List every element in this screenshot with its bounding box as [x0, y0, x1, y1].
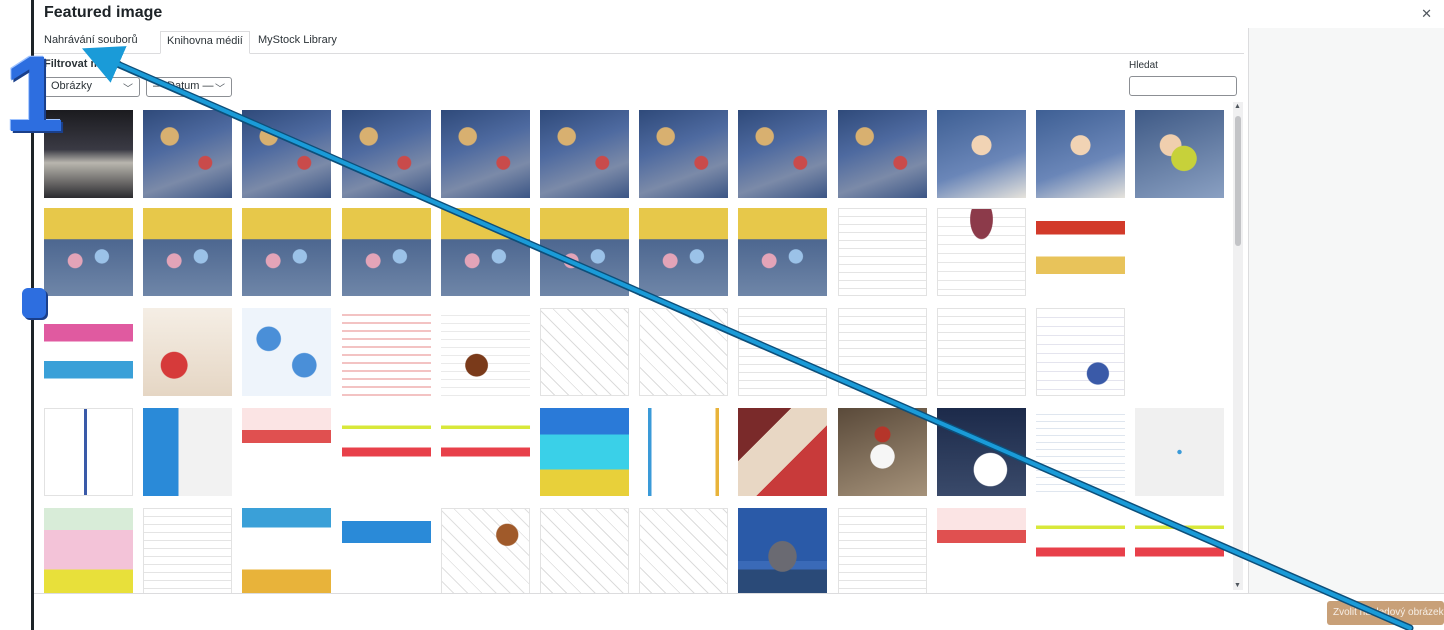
tab-media-library[interactable]: Knihovna médií [160, 31, 250, 54]
media-thumbnail[interactable] [143, 508, 233, 596]
media-thumbnail[interactable] [143, 110, 233, 198]
attachment-details-sidebar [1248, 28, 1444, 593]
modal-title: Featured image [44, 4, 163, 21]
media-thumbnail[interactable] [242, 408, 332, 496]
search-input[interactable] [1129, 76, 1237, 96]
step-number-annotation: 1 [4, 33, 65, 154]
media-thumbnail[interactable] [936, 208, 1026, 296]
date-filter-value: — Datum — [153, 80, 214, 92]
media-thumbnail[interactable] [242, 508, 332, 596]
media-thumbnail[interactable] [639, 208, 729, 296]
media-thumbnail[interactable] [341, 308, 431, 396]
media-thumbnail[interactable] [1036, 508, 1125, 596]
scroll-down-icon[interactable]: ▼ [1234, 582, 1241, 589]
media-thumbnail[interactable] [639, 408, 729, 496]
search-label: Hledat [1129, 60, 1158, 71]
media-thumbnail[interactable] [341, 208, 431, 296]
scroll-up-icon[interactable]: ▲ [1234, 103, 1241, 110]
media-thumbnail[interactable] [540, 110, 629, 198]
media-thumbnail[interactable] [1036, 408, 1125, 496]
media-thumbnail[interactable] [639, 308, 729, 396]
media-thumbnail[interactable] [1036, 208, 1125, 296]
media-thumbnail[interactable] [936, 308, 1026, 396]
media-thumbnail[interactable] [1135, 408, 1225, 496]
media-thumbnail[interactable] [738, 308, 828, 396]
chevron-down-icon: ﹀ [123, 84, 133, 95]
media-thumbnail[interactable] [44, 508, 133, 596]
media-tabs: Nahrávání souborů Knihovna médií MyStock… [34, 28, 1244, 54]
media-thumbnail[interactable] [837, 110, 927, 198]
media-thumbnail[interactable] [143, 308, 233, 396]
media-thumbnail[interactable] [440, 508, 530, 596]
media-thumbnail[interactable] [738, 208, 828, 296]
media-thumbnail[interactable] [936, 508, 1026, 596]
media-thumbnail[interactable] [1036, 308, 1125, 396]
media-thumbnail[interactable] [837, 208, 927, 296]
media-thumbnail[interactable] [1036, 110, 1125, 198]
close-icon[interactable]: ✕ [1421, 6, 1432, 22]
chevron-down-icon: ﹀ [215, 84, 225, 95]
media-thumbnail[interactable] [341, 408, 431, 496]
modal-footer: Zvolit náhledový obrázek [34, 593, 1444, 630]
media-thumbnail[interactable] [44, 308, 133, 396]
media-scrollbar[interactable]: ▲ ▼ [1233, 102, 1243, 590]
media-thumbnail[interactable] [639, 110, 729, 198]
scrollbar-thumb[interactable] [1235, 116, 1241, 246]
media-thumbnail[interactable] [540, 308, 629, 396]
media-thumbnail[interactable] [440, 110, 530, 198]
media-thumbnail[interactable] [44, 408, 133, 496]
media-thumbnail[interactable] [738, 110, 828, 198]
media-thumbnail[interactable] [936, 408, 1026, 496]
media-thumbnail[interactable] [936, 110, 1026, 198]
media-thumbnail[interactable] [341, 110, 431, 198]
set-featured-image-button[interactable]: Zvolit náhledový obrázek [1327, 601, 1444, 625]
media-thumbnail[interactable] [242, 208, 332, 296]
media-thumbnail[interactable] [837, 508, 927, 596]
media-thumbnail[interactable] [341, 508, 431, 596]
media-thumbnail[interactable] [440, 408, 530, 496]
media-thumbnail[interactable] [837, 308, 927, 396]
date-filter-select[interactable]: — Datum — ﹀ [146, 77, 232, 97]
media-thumbnail[interactable] [540, 408, 629, 496]
featured-image-modal: Featured image ✕ Nahrávání souborů Kniho… [34, 0, 1444, 630]
media-thumbnail[interactable] [440, 208, 530, 296]
media-thumbnail[interactable] [738, 408, 828, 496]
media-thumbnail[interactable] [837, 408, 927, 496]
media-thumbnail[interactable] [242, 110, 332, 198]
media-thumbnail[interactable] [639, 508, 729, 596]
media-thumbnail[interactable] [540, 508, 629, 596]
media-thumbnail[interactable] [44, 208, 133, 296]
tab-mystock-library[interactable]: MyStock Library [252, 31, 343, 54]
media-thumbnail[interactable] [540, 208, 629, 296]
media-thumbnail[interactable] [738, 508, 828, 596]
media-thumbnail[interactable] [242, 308, 332, 396]
media-thumbnail[interactable] [1135, 110, 1225, 198]
media-thumbnail[interactable] [1135, 508, 1225, 596]
media-thumbnail[interactable] [143, 408, 233, 496]
media-thumbnail[interactable] [440, 308, 530, 396]
media-thumbnail[interactable] [143, 208, 233, 296]
step-dot-annotation [22, 288, 46, 318]
